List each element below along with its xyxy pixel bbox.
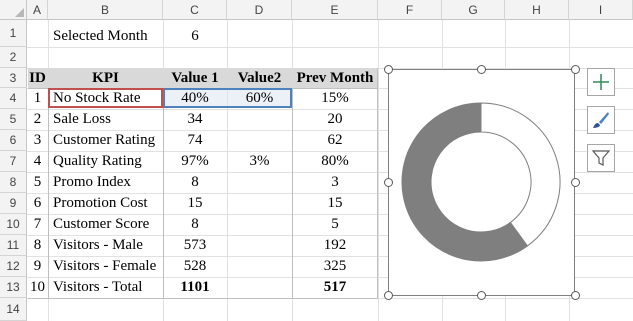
resize-handle-e[interactable] [571, 178, 580, 187]
column-header-g[interactable]: G [442, 0, 505, 20]
resize-handle-ne[interactable] [571, 65, 580, 74]
header-prev-month[interactable]: Prev Month [292, 68, 378, 88]
cell-id[interactable]: 3 [27, 130, 48, 151]
cell-id[interactable]: 8 [27, 235, 48, 256]
chart-plot-area [401, 102, 561, 262]
selected-month-label[interactable]: Selected Month [53, 26, 148, 47]
cell-prev-month[interactable]: 517 [292, 277, 378, 298]
cell-kpi[interactable]: Customer Score [53, 214, 149, 235]
cell-prev-month[interactable]: 15% [292, 88, 378, 109]
cell-value1[interactable]: 74 [163, 130, 227, 151]
cell-value2[interactable]: 3% [227, 151, 292, 172]
column-header-c[interactable]: C [163, 0, 227, 20]
resize-handle-nw[interactable] [384, 65, 393, 74]
row-header-2[interactable]: 2 [0, 47, 27, 68]
header-value2[interactable]: Value2 [227, 68, 292, 88]
cell-value1[interactable]: 15 [163, 193, 227, 214]
cell-value1[interactable]: 40% [163, 88, 227, 109]
column-header-h[interactable]: H [505, 0, 569, 20]
row-header-7[interactable]: 7 [0, 151, 27, 172]
column-header-i[interactable]: I [569, 0, 633, 20]
cell-kpi[interactable]: Visitors - Female [53, 256, 156, 277]
table-border [48, 88, 49, 298]
cell-value1[interactable]: 8 [163, 172, 227, 193]
donut-chart[interactable] [388, 69, 575, 296]
cell-id[interactable]: 7 [27, 214, 48, 235]
cell-value1[interactable]: 528 [163, 256, 227, 277]
gridline [27, 47, 633, 48]
header-id[interactable]: ID [27, 68, 48, 88]
cell-value1[interactable]: 1101 [163, 277, 227, 298]
cell-id[interactable]: 2 [27, 109, 48, 130]
table-border [28, 298, 378, 299]
gridline [378, 20, 379, 321]
header-kpi[interactable]: KPI [48, 68, 163, 88]
row-header-14[interactable]: 14 [0, 298, 27, 321]
cell-prev-month[interactable]: 325 [292, 256, 378, 277]
cell-kpi[interactable]: Visitors - Male [53, 235, 143, 256]
cell-id[interactable]: 1 [27, 88, 48, 109]
cell-prev-month[interactable]: 192 [292, 235, 378, 256]
cell-prev-month[interactable]: 3 [292, 172, 378, 193]
filter-icon [591, 150, 611, 166]
cell-prev-month[interactable]: 80% [292, 151, 378, 172]
cell-id[interactable]: 4 [27, 151, 48, 172]
row-header-8[interactable]: 8 [0, 172, 27, 193]
chart-styles-button[interactable] [587, 106, 615, 134]
resize-handle-w[interactable] [384, 178, 393, 187]
row-header-10[interactable]: 10 [0, 214, 27, 235]
cell-value1[interactable]: 8 [163, 214, 227, 235]
cell-value1[interactable]: 573 [163, 235, 227, 256]
cell-kpi[interactable]: Promotion Cost [53, 193, 148, 214]
chart-elements-button[interactable] [587, 68, 615, 96]
column-header-a[interactable]: A [27, 0, 48, 20]
cell-prev-month[interactable]: 5 [292, 214, 378, 235]
plus-icon [593, 74, 609, 90]
row-header-11[interactable]: 11 [0, 235, 27, 256]
cell-kpi[interactable]: Promo Index [53, 172, 131, 193]
cell-prev-month[interactable]: 62 [292, 130, 378, 151]
column-header-b[interactable]: B [48, 0, 163, 20]
chart-filters-button[interactable] [587, 144, 615, 172]
cell-prev-month[interactable]: 15 [292, 193, 378, 214]
donut-slice-value2[interactable] [480, 102, 561, 247]
cell-value1[interactable]: 34 [163, 109, 227, 130]
cell-value2[interactable]: 60% [227, 88, 292, 109]
cell-prev-month[interactable]: 20 [292, 109, 378, 130]
row-header-4[interactable]: 4 [0, 88, 27, 109]
row-header-13[interactable]: 13 [0, 277, 27, 298]
column-header-f[interactable]: F [378, 0, 442, 20]
cell-id[interactable]: 9 [27, 256, 48, 277]
cell-kpi[interactable]: Sale Loss [53, 109, 111, 130]
row-header-12[interactable]: 12 [0, 256, 27, 277]
cell-id[interactable]: 5 [27, 172, 48, 193]
brush-icon [593, 112, 609, 128]
column-header-e[interactable]: E [292, 0, 378, 20]
resize-handle-se[interactable] [571, 291, 580, 300]
select-all-corner[interactable] [0, 0, 27, 20]
cell-kpi[interactable]: No Stock Rate [53, 88, 141, 109]
cell-id[interactable]: 6 [27, 193, 48, 214]
resize-handle-sw[interactable] [384, 291, 393, 300]
cell-kpi[interactable]: Quality Rating [53, 151, 142, 172]
column-header-d[interactable]: D [227, 0, 292, 20]
row-header-1[interactable]: 1 [0, 20, 27, 47]
selected-month-value[interactable]: 6 [163, 26, 227, 47]
resize-handle-n[interactable] [477, 65, 486, 74]
resize-handle-s[interactable] [477, 291, 486, 300]
row-header-5[interactable]: 5 [0, 109, 27, 130]
row-header-9[interactable]: 9 [0, 193, 27, 214]
header-value1[interactable]: Value 1 [163, 68, 227, 88]
cell-value1[interactable]: 97% [163, 151, 227, 172]
cell-kpi[interactable]: Customer Rating [53, 130, 155, 151]
cell-id[interactable]: 10 [27, 277, 48, 298]
row-header-6[interactable]: 6 [0, 130, 27, 151]
row-header-3[interactable]: 3 [0, 68, 27, 88]
cell-kpi[interactable]: Visitors - Total [53, 277, 142, 298]
